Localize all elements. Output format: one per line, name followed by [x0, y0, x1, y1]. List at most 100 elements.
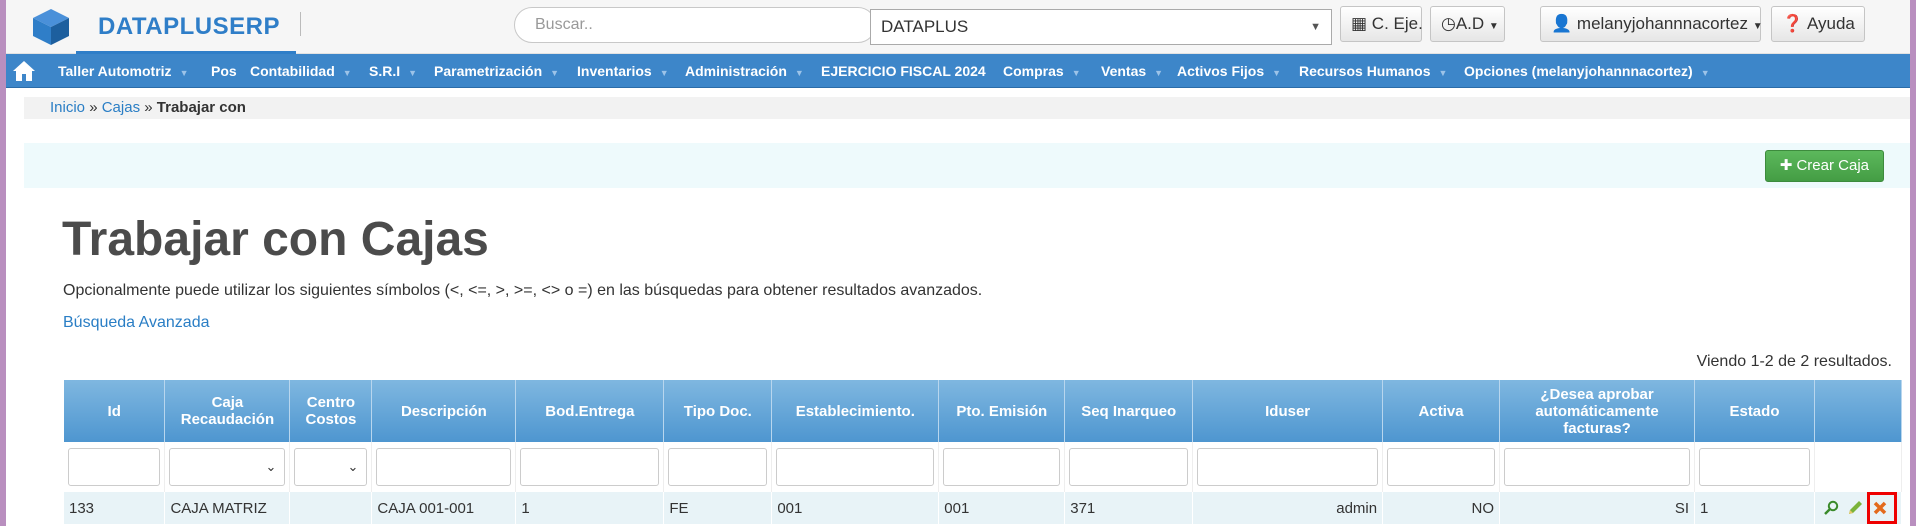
table-row[interactable]: 133 CAJA MATRIZ CAJA 001-001 1 FE 001 00… — [64, 492, 1903, 524]
chevron-down-icon: ▼ — [1310, 21, 1321, 33]
column-header[interactable]: Descripción — [371, 380, 517, 442]
cell-caja: CAJA MATRIZ — [164, 492, 291, 524]
user-icon: 👤 — [1551, 14, 1573, 33]
cell-centro — [289, 492, 373, 524]
filter-centro-select[interactable]: ⌄ — [294, 448, 368, 486]
filter-iduser-input[interactable] — [1197, 448, 1379, 486]
nav-parametrizacion[interactable]: Parametrización ▼ — [434, 54, 559, 88]
results-summary: Viendo 1-2 de 2 resultados. — [1696, 353, 1892, 370]
page-title: Trabajar con Cajas — [62, 213, 489, 266]
column-header[interactable]: Iduser — [1192, 380, 1384, 442]
cell-pto: 001 — [938, 492, 1066, 524]
filter-bod-input[interactable] — [520, 448, 660, 486]
nav-contabilidad[interactable]: Contabilidad ▼ — [250, 54, 352, 88]
chevron-down-icon: ⌄ — [265, 459, 277, 474]
nav-activos-fijos[interactable]: Activos Fijos ▼ — [1177, 54, 1281, 88]
nav-administracion[interactable]: Administración ▼ — [685, 54, 804, 88]
home-icon[interactable] — [12, 60, 36, 82]
nav-ejercicio-fiscal[interactable]: EJERCICIO FISCAL 2024 — [821, 54, 986, 88]
cajas-table: Id Caja Recaudación Centro Costos Descri… — [64, 380, 1903, 524]
nav-sri[interactable]: S.R.I ▼ — [369, 54, 417, 88]
cell-descripcion: CAJA 001-001 — [371, 492, 517, 524]
help-label: Ayuda — [1806, 14, 1855, 33]
search-hint: Opcionalmente puede utilizar los siguien… — [63, 282, 983, 299]
plus-icon: ✚ — [1779, 157, 1793, 174]
table-header-row: Id Caja Recaudación Centro Costos Descri… — [64, 380, 1903, 442]
filter-caja-select[interactable]: ⌄ — [169, 448, 286, 486]
nav-compras[interactable]: Compras ▼ — [1003, 54, 1081, 88]
column-header[interactable]: Id — [64, 380, 166, 442]
clock-icon: ◷ — [1441, 14, 1456, 33]
breadcrumb-home-link[interactable]: Inicio — [50, 99, 85, 116]
column-header[interactable]: Seq Inarqueo — [1064, 380, 1194, 442]
main-nav: Taller Automotriz ▼ Pos Contabilidad ▼ S.R… — [6, 54, 1910, 88]
ad-label: A.D — [1455, 14, 1485, 33]
row-actions — [1814, 492, 1903, 524]
top-header: DATAPLUSERP Buscar.. DATAPLUS ▼ ▦ C. Eje… — [6, 0, 1910, 54]
cell-establecimiento: 001 — [771, 492, 940, 524]
filter-descripcion-input[interactable] — [376, 448, 512, 486]
caret-down-icon: ▼ — [1488, 21, 1499, 32]
nav-taller-automotriz[interactable]: Taller Automotriz ▼ — [58, 54, 188, 88]
column-header[interactable]: Estado — [1694, 380, 1815, 442]
nav-ventas[interactable]: Ventas ▼ — [1101, 54, 1163, 88]
nav-pos[interactable]: Pos — [211, 54, 237, 88]
column-header[interactable]: Bod.Entrega — [515, 380, 665, 442]
cell-tipo: FE — [663, 492, 773, 524]
calendar-icon: ▦ — [1351, 14, 1368, 33]
fiscal-year-button[interactable]: ▦ C. Eje. — [1340, 6, 1423, 42]
company-select[interactable]: DATAPLUS ▼ — [870, 9, 1332, 45]
nav-inventarios[interactable]: Inventarios ▼ — [577, 54, 669, 88]
cell-id: 133 — [64, 492, 166, 524]
filter-row: ⌄ ⌄ — [64, 442, 1903, 492]
actions-header — [1814, 380, 1903, 442]
advanced-search-link[interactable]: Búsqueda Avanzada — [63, 314, 210, 332]
filter-estado-input[interactable] — [1699, 448, 1810, 486]
nav-opciones[interactable]: Opciones (melanyjohannnacortez) ▼ — [1464, 54, 1710, 88]
column-header[interactable]: Activa — [1382, 380, 1501, 442]
filter-pto-input[interactable] — [943, 448, 1061, 486]
column-header[interactable]: ¿Desea aprobar automáticamente facturas? — [1499, 380, 1695, 442]
user-name: melanyjohannnacortez — [1576, 14, 1748, 33]
filter-aprobar-input[interactable] — [1504, 448, 1690, 486]
filter-seq-input[interactable] — [1069, 448, 1189, 486]
create-caja-button[interactable]: ✚ Crear Caja — [1764, 150, 1884, 182]
cell-aprobar: SI — [1499, 492, 1695, 524]
action-band: ✚ Crear Caja — [24, 143, 1910, 188]
company-select-value: DATAPLUS — [881, 17, 969, 36]
brand-name[interactable]: DATAPLUSERP — [98, 13, 280, 41]
breadcrumb: Inicio » Cajas » Trabajar con — [24, 97, 1910, 119]
column-header[interactable]: Establecimiento. — [771, 380, 940, 442]
cell-estado: 1 — [1694, 492, 1815, 524]
filter-id-input[interactable] — [68, 448, 161, 486]
chevron-down-icon: ⌄ — [347, 459, 359, 474]
column-header[interactable]: Centro Costos — [289, 380, 373, 442]
cell-activa: NO — [1382, 492, 1501, 524]
edit-pencil-icon[interactable] — [1847, 500, 1863, 516]
user-menu-button[interactable]: 👤 melanyjohannnacortez ▼ — [1540, 6, 1763, 42]
breadcrumb-separator: » — [144, 99, 153, 116]
column-header[interactable]: Pto. Emisión — [938, 380, 1066, 442]
column-header[interactable]: Caja Recaudación — [164, 380, 291, 442]
fiscal-year-label: C. Eje. — [1371, 14, 1423, 33]
view-magnifier-icon[interactable] — [1823, 500, 1839, 516]
breadcrumb-cajas-link[interactable]: Cajas — [102, 99, 140, 116]
help-button[interactable]: ❓ Ayuda — [1771, 6, 1865, 42]
delete-highlight-box — [1867, 492, 1897, 524]
ad-button[interactable]: ◷A.D ▼ — [1430, 6, 1505, 42]
caret-down-icon: ▼ — [1752, 21, 1763, 32]
question-icon: ❓ — [1782, 14, 1804, 33]
column-header[interactable]: Tipo Doc. — [663, 380, 773, 442]
cell-bod: 1 — [515, 492, 665, 524]
cell-iduser: admin — [1192, 492, 1384, 524]
logo-cube-icon — [33, 9, 69, 45]
filter-activa-input[interactable] — [1387, 448, 1496, 486]
divider — [300, 12, 301, 36]
cell-seq: 371 — [1064, 492, 1194, 524]
search-input[interactable]: Buscar.. — [514, 7, 876, 43]
nav-recursos-humanos[interactable]: Recursos Humanos ▼ — [1299, 54, 1447, 88]
filter-establecimiento-input[interactable] — [776, 448, 935, 486]
create-caja-label: Crear Caja — [1796, 157, 1869, 174]
filter-tipo-input[interactable] — [668, 448, 768, 486]
breadcrumb-separator: » — [89, 99, 98, 116]
